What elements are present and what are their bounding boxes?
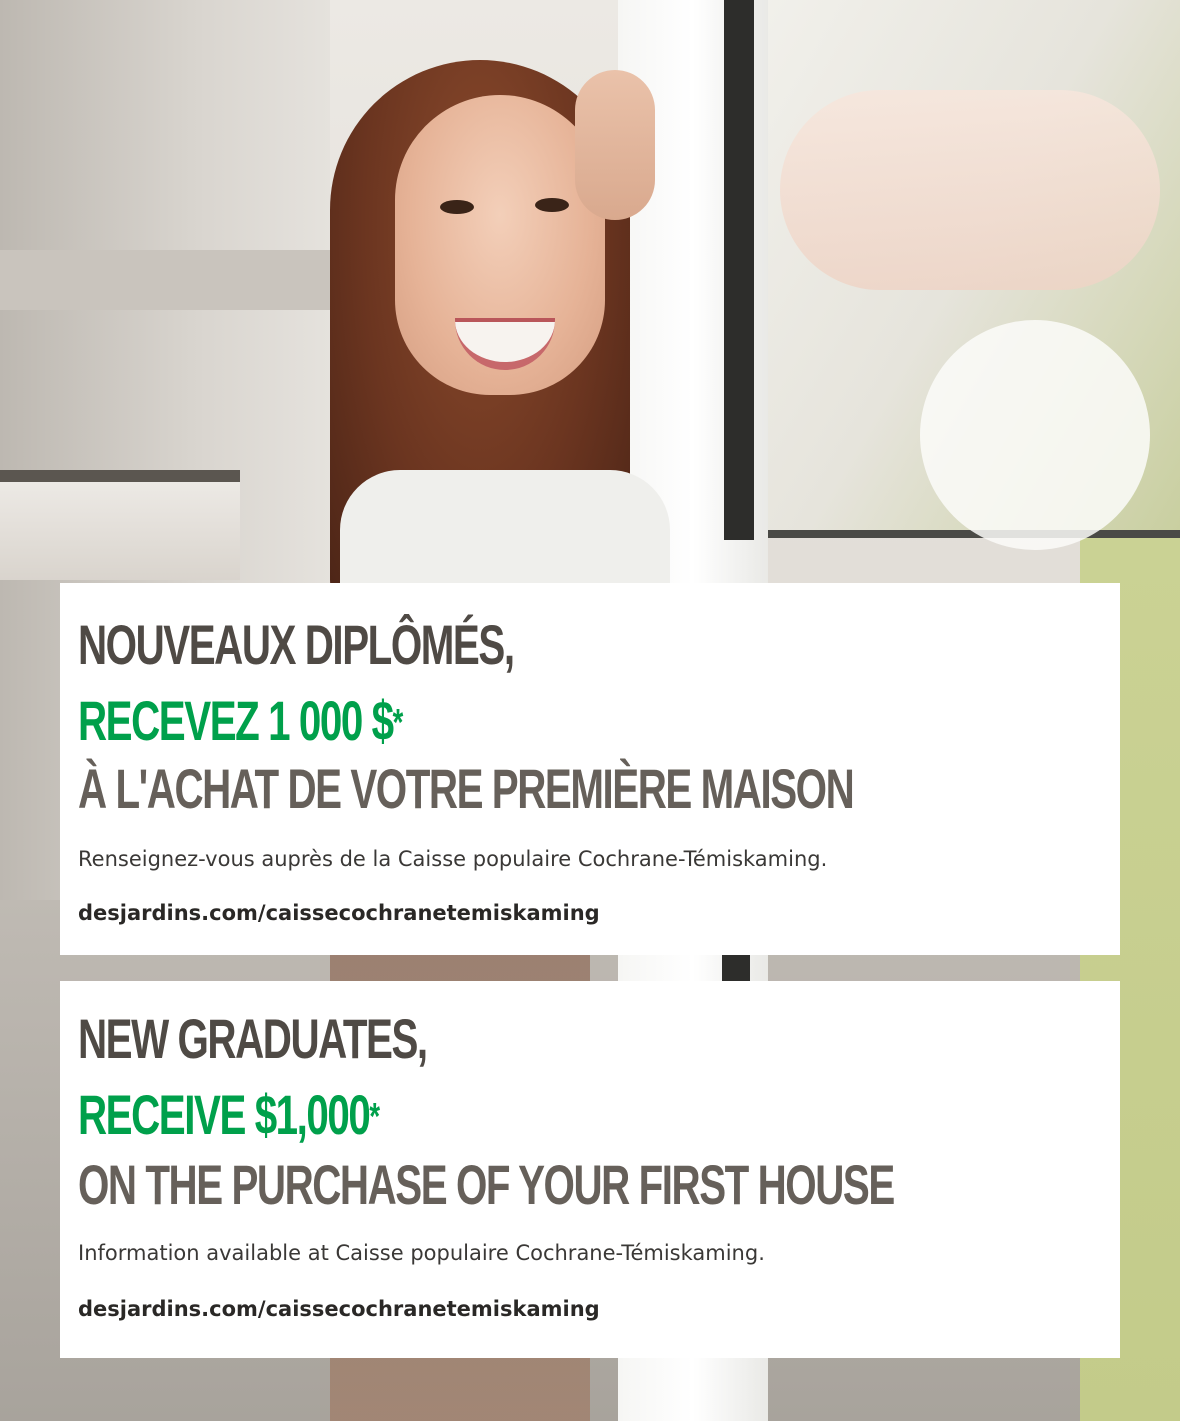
sleeve-reflection bbox=[920, 320, 1150, 550]
door-frame bbox=[724, 0, 754, 540]
french-offer-amount: RECEVEZ 1 000 $ bbox=[78, 689, 394, 752]
woman-hand bbox=[575, 70, 655, 220]
english-offer-amount: RECEIVE $1,000 bbox=[78, 1083, 371, 1146]
wall-band bbox=[0, 250, 330, 310]
french-headline-line1: NOUVEAUX DIPLÔMÉS, bbox=[78, 613, 515, 676]
french-body-text: Renseignez-vous auprès de la Caisse popu… bbox=[78, 847, 828, 871]
french-website-link[interactable]: desjardins.com/caissecochranetemiskaming bbox=[78, 901, 600, 925]
english-body-text: Information available at Caisse populair… bbox=[78, 1241, 765, 1265]
french-headline-line3: À L'ACHAT DE VOTRE PREMIÈRE MAISON bbox=[78, 757, 855, 820]
english-website-link[interactable]: desjardins.com/caissecochranetemiskaming bbox=[78, 1297, 600, 1321]
french-offer-panel: NOUVEAUX DIPLÔMÉS, RECEVEZ 1 000 $* À L'… bbox=[60, 583, 1120, 955]
english-headline-line3: ON THE PURCHASE OF YOUR FIRST HOUSE bbox=[78, 1153, 895, 1216]
woman-right-eye bbox=[535, 198, 569, 212]
kitchen-counter bbox=[0, 470, 240, 580]
english-offer-panel: NEW GRADUATES, RECEIVE $1,000* ON THE PU… bbox=[60, 981, 1120, 1358]
woman-left-eye bbox=[440, 200, 474, 214]
french-headline-line2: RECEVEZ 1 000 $* bbox=[78, 689, 404, 752]
english-headline-line1: NEW GRADUATES, bbox=[78, 1007, 428, 1070]
english-headline-line2: RECEIVE $1,000* bbox=[78, 1083, 380, 1146]
arm-reflection bbox=[780, 90, 1160, 290]
english-asterisk: * bbox=[369, 1096, 380, 1138]
french-asterisk: * bbox=[392, 702, 404, 744]
counter-top bbox=[0, 470, 240, 482]
woman-shirt bbox=[340, 470, 670, 600]
